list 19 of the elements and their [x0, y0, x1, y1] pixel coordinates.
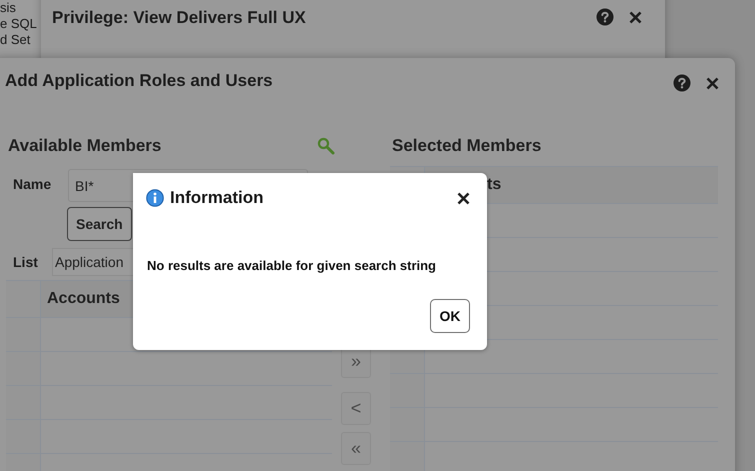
field-label: List	[13, 254, 39, 270]
search-button[interactable]: Search	[67, 207, 132, 241]
info-icon	[146, 189, 164, 207]
list-item[interactable]: sis	[0, 0, 16, 16]
dialog-title: Add Application Roles and Users	[5, 71, 274, 91]
close-icon[interactable]	[706, 76, 719, 90]
list-item[interactable]: e SQL	[0, 16, 37, 32]
dialog-title: Privilege: View Delivers Full UX	[52, 8, 307, 28]
section-heading: Selected Members	[392, 136, 542, 156]
ok-button[interactable]: OK	[430, 299, 470, 333]
message-text: No results are available for given search string	[147, 258, 438, 273]
list-item[interactable]: d Set	[0, 32, 30, 48]
help-icon[interactable]	[596, 8, 614, 26]
section-heading: Available Members	[8, 136, 162, 156]
close-icon[interactable]	[629, 10, 642, 24]
dialog-title: Information	[170, 188, 264, 208]
field-label: Name	[13, 176, 52, 192]
help-icon[interactable]	[673, 74, 691, 92]
close-icon[interactable]	[457, 192, 470, 204]
